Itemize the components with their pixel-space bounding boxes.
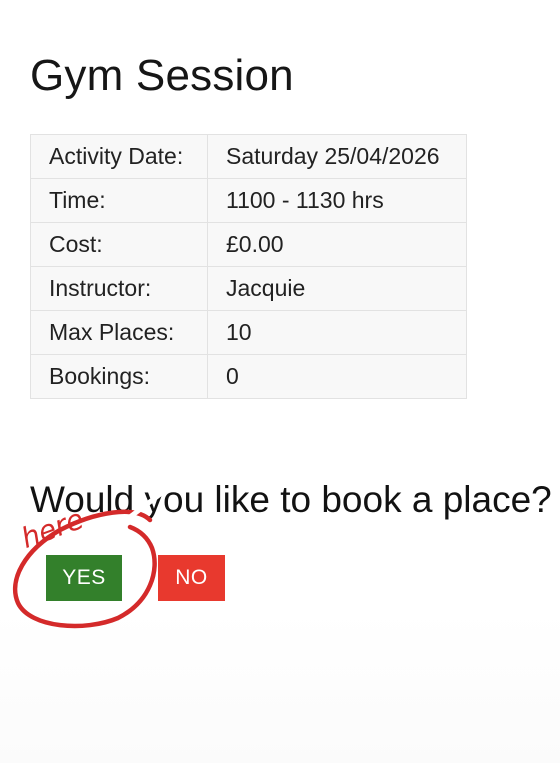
row-value: 1100 - 1130 hrs xyxy=(207,178,467,223)
table-row: Cost: £0.00 xyxy=(30,222,467,267)
page-title: Gym Session xyxy=(30,51,294,100)
row-label: Instructor: xyxy=(30,266,208,311)
row-label: Activity Date: xyxy=(30,134,208,179)
table-row: Instructor: Jacquie xyxy=(30,266,467,311)
row-label: Time: xyxy=(30,178,208,223)
row-label: Cost: xyxy=(30,222,208,267)
row-value: £0.00 xyxy=(207,222,467,267)
session-details-table: Activity Date: Saturday 25/04/2026 Time:… xyxy=(30,134,467,399)
page-container: Gym Session Activity Date: Saturday 25/0… xyxy=(0,0,560,763)
row-value: Jacquie xyxy=(207,266,467,311)
row-value: 0 xyxy=(207,354,467,399)
row-value: 10 xyxy=(207,310,467,355)
yes-button[interactable]: YES xyxy=(46,555,122,601)
table-row: Max Places: 10 xyxy=(30,310,467,355)
booking-question: Would you like to book a place? xyxy=(30,479,552,520)
table-row: Bookings: 0 xyxy=(30,354,467,399)
row-value: Saturday 25/04/2026 xyxy=(207,134,467,179)
row-label: Bookings: xyxy=(30,354,208,399)
table-row: Time: 1100 - 1130 hrs xyxy=(30,178,467,223)
row-label: Max Places: xyxy=(30,310,208,355)
no-button[interactable]: NO xyxy=(158,555,225,601)
table-row: Activity Date: Saturday 25/04/2026 xyxy=(30,134,467,179)
